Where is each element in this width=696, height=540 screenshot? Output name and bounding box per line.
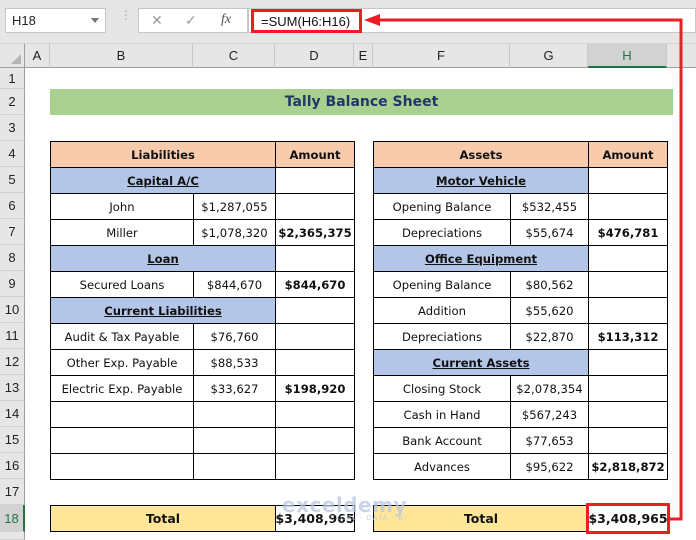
arrow-line [378, 18, 683, 521]
arrow-head-icon [364, 14, 380, 26]
annotation-arrow [364, 14, 683, 521]
